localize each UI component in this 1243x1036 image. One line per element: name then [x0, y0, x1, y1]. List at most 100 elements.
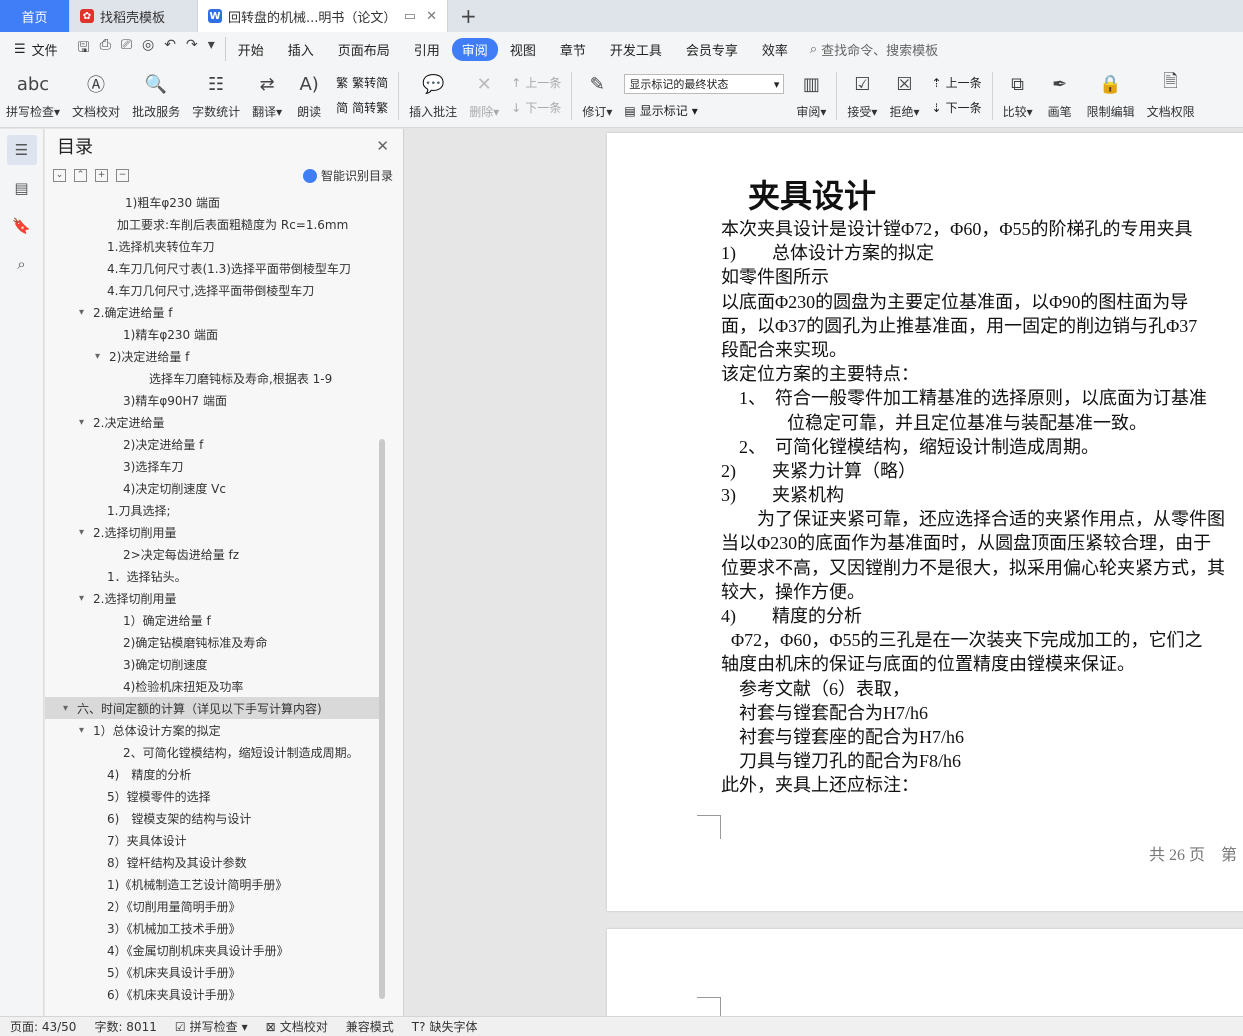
bookmark-icon[interactable]: 🔖 — [7, 211, 37, 241]
to-traditional-button[interactable]: 繁繁转简 — [336, 74, 388, 91]
toc-item[interactable]: 8）镗杆结构及其设计参数 — [45, 851, 385, 873]
chevron-down-icon[interactable]: ▾ — [79, 527, 93, 538]
toc-item[interactable]: 1)《机械制造工艺设计简明手册》 — [45, 873, 385, 895]
compare-button[interactable]: ⧉ 比较▾ — [997, 70, 1039, 120]
page-indicator[interactable]: 页面: 43/50 — [10, 1018, 76, 1035]
expand-all-icon[interactable]: ⌄ — [53, 168, 66, 182]
doc-check-button[interactable]: Ⓐ 文档校对 — [66, 70, 126, 120]
read-aloud-button[interactable]: A) 朗读 — [288, 70, 330, 120]
toc-item[interactable]: ▾ 1）总体设计方案的拟定 — [45, 719, 385, 741]
tab-document[interactable]: W 回转盘的机械...明书（论文） ▭ ✕ — [198, 0, 448, 32]
toc-item[interactable]: 4.车刀几何尺寸,选择平面带倒棱型车刀 — [45, 279, 385, 301]
menu-view[interactable]: 视图 — [498, 40, 548, 59]
delete-comment-button[interactable]: ✕ 删除▾ — [463, 70, 505, 120]
print-preview-icon[interactable]: ◎ — [142, 37, 154, 61]
markup-state-select[interactable]: 显示标记的最终状态 ▾ — [624, 74, 785, 94]
redo-icon[interactable]: ↷ — [186, 37, 198, 61]
tab-home[interactable]: 首页 — [0, 0, 70, 32]
toc-item[interactable]: 4)检验机床扭矩及功率 — [45, 675, 385, 697]
accept-button[interactable]: ☑ 接受▾ — [841, 70, 883, 120]
chevron-down-icon[interactable]: ▾ — [63, 703, 77, 714]
toc-item[interactable]: 2、可简化镗模结构，缩短设计制造成周期。 — [45, 741, 385, 763]
more-icon[interactable]: ▾ — [208, 37, 215, 61]
spellcheck-button[interactable]: abc 拼写检查▾ — [0, 70, 66, 120]
status-spellcheck[interactable]: ☑ 拼写检查 ▾ — [175, 1018, 248, 1035]
toc-item[interactable]: 3)精车φ90H7 端面 — [45, 389, 385, 411]
show-markup-button[interactable]: ▤ 显示标记 ▾ — [624, 102, 784, 119]
menu-reference[interactable]: 引用 — [402, 40, 452, 59]
toc-item[interactable]: 7）夹具体设计 — [45, 829, 385, 851]
tab-display-icon[interactable]: ▭ — [404, 9, 416, 24]
new-tab-button[interactable]: + — [448, 0, 489, 32]
toc-item[interactable]: 4)决定切削速度 Vc — [45, 477, 385, 499]
export-icon[interactable]: ⎙ — [100, 37, 111, 61]
menu-chapter[interactable]: 章节 — [548, 40, 598, 59]
toc-item[interactable]: 1)精车φ230 端面 — [45, 323, 385, 345]
collapse-all-icon[interactable]: ⌃ — [74, 168, 87, 182]
to-simplified-button[interactable]: 简简转繁 — [336, 99, 388, 116]
toc-item[interactable]: 4.车刀几何尺寸表(1.3)选择平面带倒棱型车刀 — [45, 257, 385, 279]
restrict-edit-button[interactable]: 🔒 限制编辑 — [1081, 70, 1141, 120]
search-icon[interactable]: ⌕ — [7, 249, 37, 279]
toc-item[interactable]: ▾ 六、时间定额的计算（详见以下手写计算内容) — [45, 697, 385, 719]
undo-icon[interactable]: ↶ — [164, 37, 176, 61]
chevron-down-icon[interactable]: ▾ — [79, 725, 93, 736]
toc-item[interactable]: 6）《机床夹具设计手册》 — [45, 983, 385, 1005]
menu-insert[interactable]: 插入 — [276, 40, 326, 59]
chevron-down-icon[interactable]: ▾ — [79, 307, 93, 318]
toc-item[interactable]: ▾ 2.决定进给量 — [45, 411, 385, 433]
add-level-icon[interactable]: + — [95, 168, 108, 182]
command-search[interactable]: ⌕ 查找命令、搜索模板 — [810, 40, 938, 59]
toc-item[interactable]: 2)决定进给量 f — [45, 433, 385, 455]
toc-panel-icon[interactable]: ☰ — [6, 135, 37, 165]
toc-item[interactable]: 2>决定每齿进给量 fz — [45, 543, 385, 565]
toc-item[interactable]: 4）《金属切削机床夹具设计手册》 — [45, 939, 385, 961]
toc-item[interactable]: 5）镗模零件的选择 — [45, 785, 385, 807]
ai-toc-button[interactable]: 智能识别目录 — [302, 167, 393, 184]
next-change-button[interactable]: ⇣ 下一条 — [932, 99, 982, 116]
toc-item[interactable]: 3）《机械加工技术手册》 — [45, 917, 385, 939]
status-doc-check[interactable]: ⊠ 文档校对 — [266, 1018, 328, 1035]
toc-item[interactable]: 1.选择机夹转位车刀 — [45, 235, 385, 257]
chapter-nav-icon[interactable]: ▤ — [7, 173, 37, 203]
translate-button[interactable]: ⇄ 翻译▾ — [246, 70, 288, 120]
toc-item[interactable]: 1．选择钻头。 — [45, 565, 385, 587]
save-icon[interactable]: 🖫 — [78, 37, 90, 61]
toc-item[interactable]: 3)选择车刀 — [45, 455, 385, 477]
toc-item[interactable]: ▾ 2.确定进给量 f — [45, 301, 385, 323]
toc-item[interactable]: 2)确定钻模磨钝标准及寿命 — [45, 631, 385, 653]
toc-item[interactable]: 2）《切削用量简明手册》 — [45, 895, 385, 917]
word-count-button[interactable]: ☷ 字数统计 — [186, 70, 246, 120]
chevron-down-icon[interactable]: ▾ — [95, 351, 109, 362]
draw-button[interactable]: ✒ 画笔 — [1039, 70, 1081, 120]
close-icon[interactable]: ✕ — [376, 137, 389, 155]
toc-item[interactable]: 选择车刀磨钝标及寿命,根据表 1-9 — [45, 367, 385, 389]
prev-comment-button[interactable]: ↑ 上一条 — [511, 74, 561, 91]
menu-layout[interactable]: 页面布局 — [326, 40, 402, 59]
revise-button[interactable]: ✎ 修订▾ — [576, 70, 618, 120]
print-icon[interactable]: ⎚ — [121, 37, 132, 61]
prev-change-button[interactable]: ⇡ 上一条 — [932, 74, 982, 91]
tab-close-icon[interactable]: ✕ — [426, 9, 437, 24]
toc-item[interactable]: 5）《机床夹具设计手册》 — [45, 961, 385, 983]
menu-efficiency[interactable]: 效率 — [750, 40, 800, 59]
reject-button[interactable]: ☒ 拒绝▾ — [883, 70, 925, 120]
menu-review[interactable]: 审阅 — [451, 37, 498, 61]
toc-item[interactable]: 6) 镗模支架的结构与设计 — [45, 807, 385, 829]
toc-item[interactable]: ▾ 2.选择切削用量 — [45, 521, 385, 543]
toc-item[interactable]: ▾ 2)决定进给量 f — [45, 345, 385, 367]
toc-item[interactable]: 1.刀具选择; — [45, 499, 385, 521]
menu-member[interactable]: 会员专享 — [674, 40, 750, 59]
next-comment-button[interactable]: ↓ 下一条 — [511, 99, 561, 116]
toc-item[interactable]: 1）确定进给量 f — [45, 609, 385, 631]
toc-item[interactable]: 4) 精度的分析 — [45, 763, 385, 785]
toc-item[interactable]: 1)粗车φ230 端面 — [45, 191, 385, 213]
toc-scrollbar[interactable] — [379, 439, 385, 999]
correction-service-button[interactable]: 🔍 批改服务 — [126, 70, 186, 120]
menu-developer[interactable]: 开发工具 — [598, 40, 674, 59]
chevron-down-icon[interactable]: ▾ — [79, 417, 93, 428]
doc-permission-button[interactable]: 🗎 文档权限 — [1141, 70, 1201, 120]
missing-font-button[interactable]: T? 缺失字体 — [412, 1018, 478, 1035]
chevron-down-icon[interactable]: ▾ — [79, 593, 93, 604]
toc-item[interactable]: 加工要求:车削后表面粗糙度为 Rc=1.6mm — [45, 213, 385, 235]
